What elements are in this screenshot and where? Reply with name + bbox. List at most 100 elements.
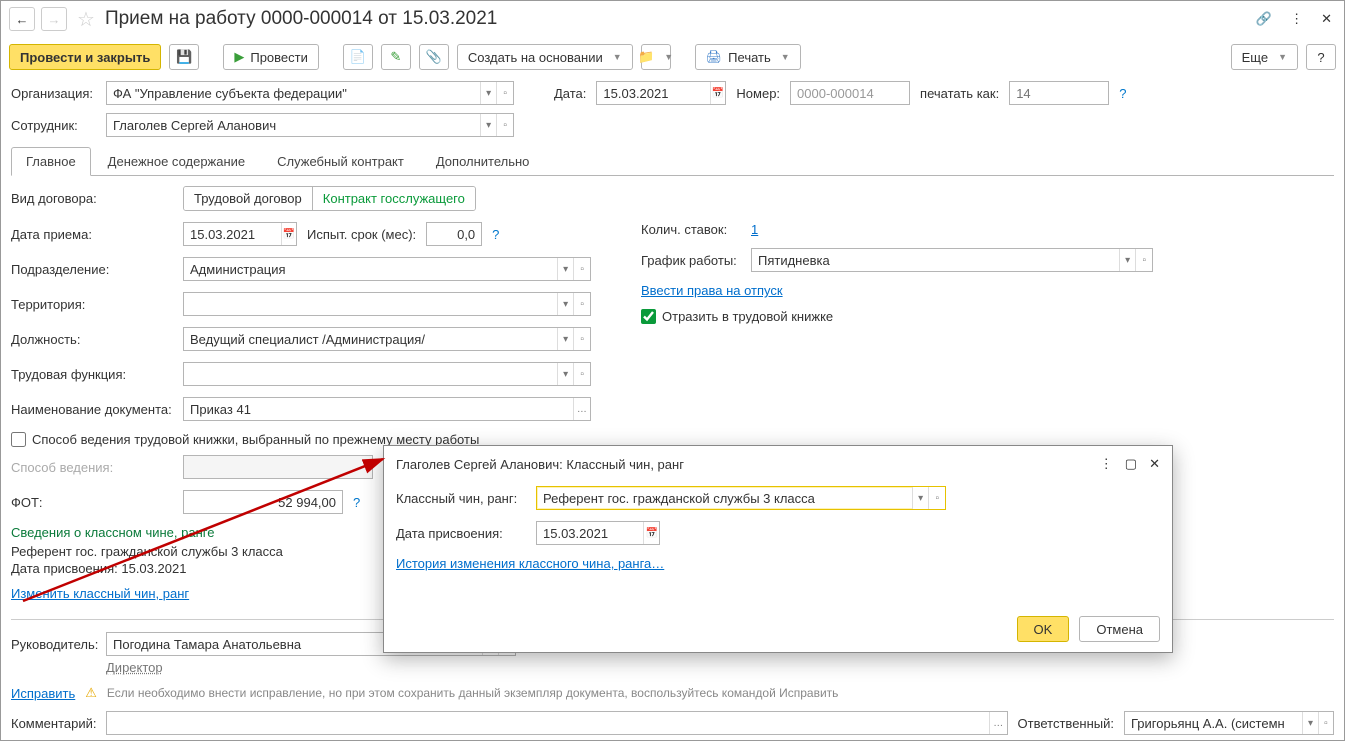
department-input[interactable] [184, 258, 557, 280]
print-button[interactable]: 🖨Печать▼ [695, 44, 801, 70]
work-function-label: Трудовая функция: [11, 367, 173, 382]
popup-kebab-icon[interactable]: ⋮ [1100, 456, 1113, 472]
territory-dropdown-button[interactable]: ▾ [557, 293, 574, 315]
popup-rank-open-button[interactable]: ▫ [928, 487, 945, 509]
edit-button[interactable]: ✎ [381, 44, 411, 70]
popup-title: Глаголев Сергей Аланович: Классный чин, … [396, 457, 684, 472]
popup-ok-button[interactable]: OK [1017, 616, 1070, 642]
popup-rank-input[interactable] [537, 487, 912, 509]
employee-dropdown-button[interactable]: ▾ [480, 114, 497, 136]
tabs: Главное Денежное содержание Служебный ко… [11, 147, 1334, 176]
territory-input[interactable] [184, 293, 557, 315]
vacation-rights-link[interactable]: Ввести права на отпуск [641, 283, 783, 298]
comment-more-button[interactable]: … [989, 712, 1007, 734]
territory-open-button[interactable]: ▫ [573, 293, 590, 315]
manager-role-link[interactable]: Директор [106, 660, 163, 675]
comment-input[interactable] [107, 712, 989, 734]
popup-date-calendar-button[interactable]: 📅 [643, 522, 659, 544]
folder-button[interactable]: 📁▼ [641, 44, 671, 70]
hire-date-calendar-button[interactable]: 📅 [281, 223, 296, 245]
org-dropdown-button[interactable]: ▾ [480, 82, 497, 104]
print-as-help-icon[interactable]: ? [1119, 86, 1126, 101]
paperclip-icon: 📎 [426, 49, 442, 65]
responsible-dropdown-button[interactable]: ▾ [1302, 712, 1317, 734]
contract-type-employment-button[interactable]: Трудовой договор [184, 187, 313, 210]
more-button[interactable]: Еще▼ [1231, 44, 1298, 70]
rates-value-link[interactable]: 1 [751, 222, 758, 237]
floppy-icon: 💾 [176, 49, 192, 65]
popup-maximize-icon[interactable]: ▢ [1125, 456, 1137, 472]
position-dropdown-button[interactable]: ▾ [557, 328, 574, 350]
schedule-dropdown-button[interactable]: ▾ [1119, 249, 1136, 271]
comment-label: Комментарий: [11, 716, 96, 731]
print-as-label: печатать как: [920, 86, 999, 101]
org-input-group: ▾ ▫ [106, 81, 514, 105]
close-icon[interactable]: ✕ [1317, 7, 1336, 31]
footer-fix-row: Исправить ⚠ Если необходимо внести испра… [1, 681, 1344, 705]
kebab-icon[interactable]: ⋮ [1286, 7, 1307, 31]
tab-salary[interactable]: Денежное содержание [93, 147, 260, 176]
footer-comment-row: Комментарий: … Ответственный: ▾▫ [1, 705, 1344, 741]
nav-back-button[interactable]: ← [9, 7, 35, 31]
tab-additional[interactable]: Дополнительно [421, 147, 545, 176]
post-button[interactable]: ▶Провести [223, 44, 319, 70]
work-function-open-button[interactable]: ▫ [573, 363, 590, 385]
fot-label: ФОТ: [11, 495, 173, 510]
create-based-button[interactable]: Создать на основании▼ [457, 44, 633, 70]
print-as-input[interactable] [1010, 82, 1108, 104]
popup-date-input[interactable] [537, 522, 643, 544]
link-icon[interactable]: 🔗 [1252, 7, 1276, 31]
responsible-open-button[interactable]: ▫ [1318, 712, 1333, 734]
workbook-reflect-checkbox[interactable] [641, 309, 656, 324]
rank-change-link[interactable]: Изменить классный чин, ранг [11, 586, 189, 601]
contract-type-label: Вид договора: [11, 191, 173, 206]
fot-help-icon[interactable]: ? [353, 495, 360, 510]
manager-label: Руководитель: [11, 637, 96, 652]
territory-label: Территория: [11, 297, 173, 312]
department-dropdown-button[interactable]: ▾ [557, 258, 574, 280]
post-and-close-button[interactable]: Провести и закрыть [9, 44, 161, 70]
number-input-group [790, 81, 910, 105]
tab-contract[interactable]: Служебный контракт [262, 147, 419, 176]
titlebar: ← → ☆ Прием на работу 0000-000014 от 15.… [1, 1, 1344, 37]
org-open-button[interactable]: ▫ [496, 82, 513, 104]
popup-rank-dropdown-button[interactable]: ▾ [912, 487, 929, 509]
attach-button[interactable]: 📎 [419, 44, 449, 70]
responsible-label: Ответственный: [1018, 716, 1114, 731]
employee-input[interactable] [107, 114, 480, 136]
contract-type-civil-button[interactable]: Контракт госслужащего [313, 187, 475, 210]
probation-help-icon[interactable]: ? [492, 227, 499, 242]
fix-link[interactable]: Исправить [11, 686, 75, 701]
hire-date-label: Дата приема: [11, 227, 173, 242]
employee-open-button[interactable]: ▫ [496, 114, 513, 136]
doc-button[interactable]: 📄 [343, 44, 373, 70]
department-open-button[interactable]: ▫ [573, 258, 590, 280]
help-button[interactable]: ? [1306, 44, 1336, 70]
workbook-prev-checkbox[interactable] [11, 432, 26, 447]
nav-forward-button[interactable]: → [41, 7, 67, 31]
schedule-input[interactable] [752, 249, 1119, 271]
responsible-input[interactable] [1125, 712, 1302, 734]
doc-name-input[interactable] [184, 398, 573, 420]
popup-cancel-button[interactable]: Отмена [1079, 616, 1160, 642]
probation-input[interactable] [427, 223, 481, 245]
work-function-input[interactable] [184, 363, 557, 385]
date-input[interactable] [597, 82, 709, 104]
header-row-2: Сотрудник: ▾ ▫ [1, 109, 1344, 141]
doc-name-more-button[interactable]: … [573, 398, 590, 420]
tab-main[interactable]: Главное [11, 147, 91, 176]
save-button[interactable]: 💾 [169, 44, 199, 70]
popup-history-link[interactable]: История изменения классного чина, ранга… [396, 556, 664, 571]
popup-close-icon[interactable]: ✕ [1149, 456, 1160, 472]
position-open-button[interactable]: ▫ [573, 328, 590, 350]
hire-date-input[interactable] [184, 223, 281, 245]
work-function-dropdown-button[interactable]: ▾ [557, 363, 574, 385]
schedule-label: График работы: [641, 253, 741, 268]
date-calendar-button[interactable]: 📅 [710, 82, 726, 104]
number-input[interactable] [791, 82, 909, 104]
schedule-open-button[interactable]: ▫ [1135, 249, 1152, 271]
fot-input[interactable] [184, 491, 342, 513]
org-input[interactable] [107, 82, 480, 104]
position-input[interactable] [184, 328, 557, 350]
star-icon[interactable]: ☆ [77, 7, 95, 32]
